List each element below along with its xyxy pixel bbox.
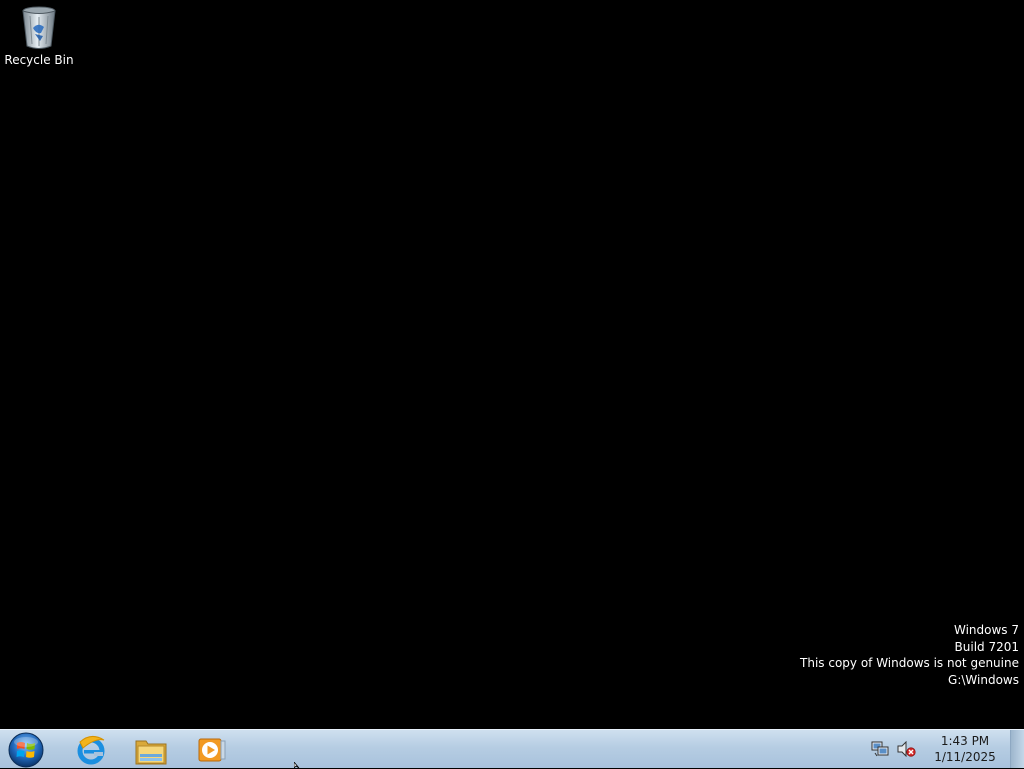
recycle-bin-label: Recycle Bin: [4, 53, 74, 67]
media-player-icon: [198, 738, 226, 762]
recycle-bin-icon: [22, 6, 56, 49]
pinned-internet-explorer[interactable]: [66, 732, 116, 768]
network-button[interactable]: [870, 739, 890, 759]
watermark-os: Windows 7: [953, 623, 1019, 637]
clock-date: 1/11/2025: [934, 750, 996, 764]
windows-orb-icon: [8, 732, 44, 768]
pinned-media-player[interactable]: [186, 732, 236, 768]
taskbar[interactable]: 1:43 PM 1/11/2025: [0, 729, 1024, 768]
windows-explorer-icon: [135, 740, 167, 765]
watermark-path: G:\Windows: [948, 672, 1019, 687]
watermark-genuine-notice: This copy of Windows is not genuine: [800, 656, 1019, 670]
notification-area: 1:43 PM 1/11/2025: [870, 730, 1024, 768]
mouse-cursor-icon: [294, 762, 300, 768]
genuine-watermark: Windows 7 Build 7201 This copy of Window…: [800, 622, 1019, 688]
pinned-windows-explorer[interactable]: [126, 732, 176, 768]
start-button[interactable]: [6, 731, 46, 769]
clock-time: 1:43 PM: [940, 734, 990, 748]
volume-muted-icon: [897, 741, 916, 757]
internet-explorer-icon: [77, 736, 105, 765]
desktop[interactable]: Recycle Bin Windows 7 Build 7201 This co…: [0, 0, 1024, 729]
watermark-build: Build 7201: [954, 639, 1019, 654]
recycle-bin-shortcut[interactable]: Recycle Bin: [4, 4, 74, 67]
volume-button[interactable]: [896, 739, 916, 759]
taskbar-clock[interactable]: 1:43 PM 1/11/2025: [926, 733, 1004, 765]
network-icon: [871, 741, 889, 757]
show-desktop-button[interactable]: [1010, 730, 1024, 768]
